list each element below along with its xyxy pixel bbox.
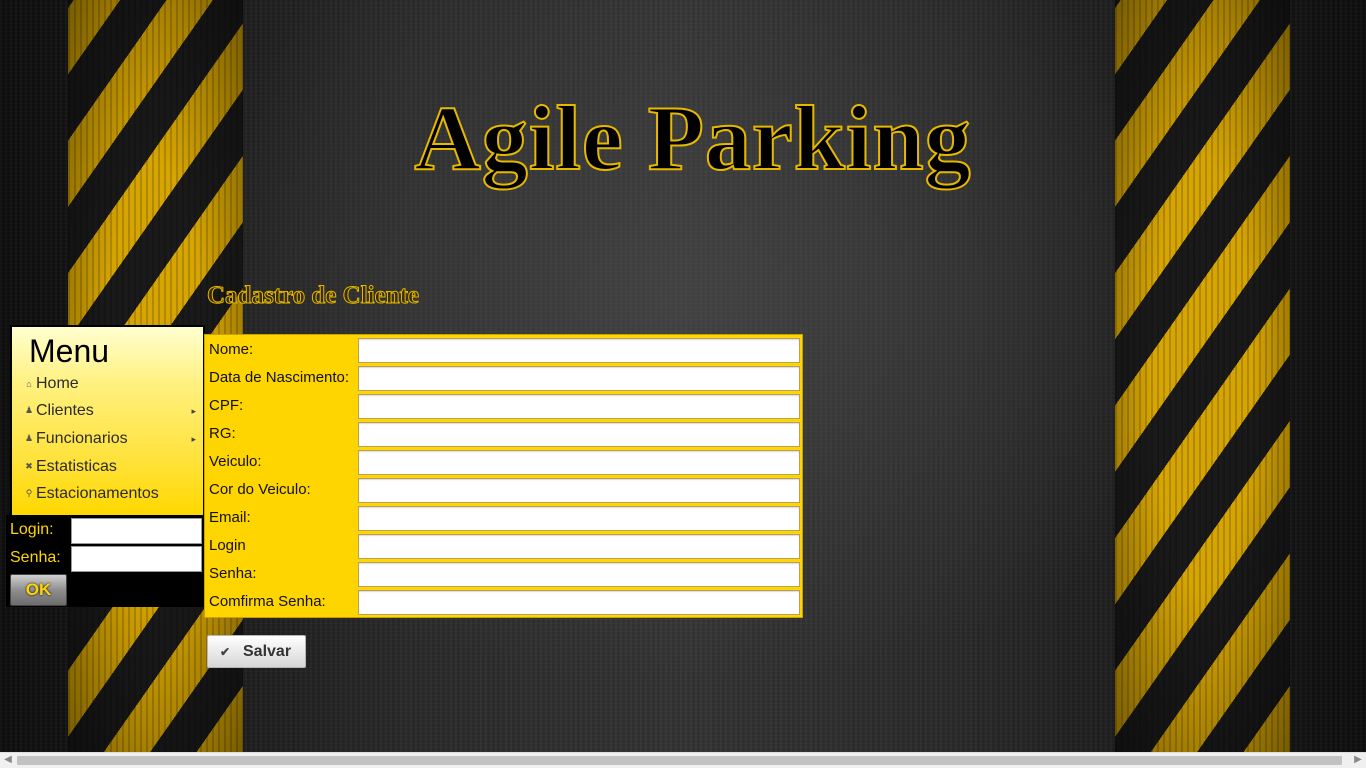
save-button[interactable]: ✔ Salvar [207,635,306,668]
menu-item-home[interactable]: ⌂ Home [24,375,194,399]
horizontal-scrollbar[interactable]: ◀ ▶ [0,752,1366,768]
menu-item-estatisticas[interactable]: ✖ Estatisticas [24,458,194,482]
rg-label: RG: [209,425,236,442]
scroll-left-icon[interactable]: ◀ [0,754,16,765]
email-label: Email: [209,509,251,526]
hazard-stripes-right [1115,0,1290,752]
confirma-senha-input[interactable] [358,590,800,615]
search-icon: ⚲ [25,488,33,499]
rg-input[interactable] [358,422,800,447]
client-registration-form: Nome: Data de Nascimento: CPF: RG: Veicu… [204,334,803,618]
chevron-right-icon: ▸ [191,434,196,444]
menu-item-label: Home [36,375,79,392]
form-row-confirma-senha: Comfirma Senha: [205,588,804,616]
data-nascimento-input[interactable] [358,366,800,391]
login-panel: Login: Senha: OK [6,515,205,607]
nome-label: Nome: [209,341,254,358]
veiculo-input[interactable] [358,450,800,475]
home-icon: ⌂ [26,378,32,389]
form-row-veiculo: Veiculo: [205,448,804,476]
confirma-senha-label: Comfirma Senha: [209,593,326,610]
veiculo-label: Veiculo: [209,453,262,470]
form-row-email: Email: [205,504,804,532]
menu-item-label: Funcionarios [36,430,128,447]
menu-item-label: Estacionamentos [36,485,159,502]
page-title: Cadastro de Cliente [206,282,420,310]
cpf-label: CPF: [209,397,244,414]
menu-item-funcionarios[interactable]: ♟ Funcionarios ▸ [24,430,196,454]
cor-veiculo-input[interactable] [358,478,800,503]
cpf-input[interactable] [358,394,800,419]
form-row-senha: Senha: [205,560,804,588]
save-button-label: Salvar [243,643,292,660]
password-label: Senha: [10,549,61,566]
scroll-right-icon[interactable]: ▶ [1350,754,1366,765]
form-senha-input[interactable] [358,562,800,587]
menu-item-clientes[interactable]: ♟ Clientes ▸ [24,402,196,426]
password-input[interactable] [71,546,202,572]
form-row-cpf: CPF: [205,392,804,420]
email-input[interactable] [358,506,800,531]
form-row-nome: Nome: [205,336,804,364]
login-label: Login: [10,521,54,538]
close-icon: ✖ [25,461,33,472]
menu-item-label: Clientes [36,402,94,419]
app-title: Agile Parking [413,86,972,189]
menu-item-label: Estatisticas [36,458,117,475]
form-row-cor-veiculo: Cor do Veiculo: [205,476,804,504]
check-icon: ✔ [220,645,231,659]
data-nascimento-label: Data de Nascimento: [209,369,350,386]
form-row-rg: RG: [205,420,804,448]
form-login-label: Login [209,537,246,554]
person-icon: ♟ [24,405,34,416]
login-input[interactable] [71,518,202,544]
menu-title: Menu [29,333,110,369]
form-row-login: Login [205,532,804,560]
person-icon: ♟ [24,433,34,444]
chevron-right-icon: ▸ [191,406,196,416]
scrollbar-thumb[interactable] [17,756,1342,765]
side-menu: Menu ⌂ Home ♟ Clientes ▸ ♟ Funcionarios ▸ ✖… [10,325,205,517]
ok-button[interactable]: OK [10,574,67,606]
nome-input[interactable] [358,338,800,363]
form-login-input[interactable] [358,534,800,559]
form-row-data-nascimento: Data de Nascimento: [205,364,804,392]
menu-item-estacionamentos[interactable]: ⚲ Estacionamentos [24,485,194,509]
form-senha-label: Senha: [209,565,257,582]
cor-veiculo-label: Cor do Veiculo: [209,481,311,498]
